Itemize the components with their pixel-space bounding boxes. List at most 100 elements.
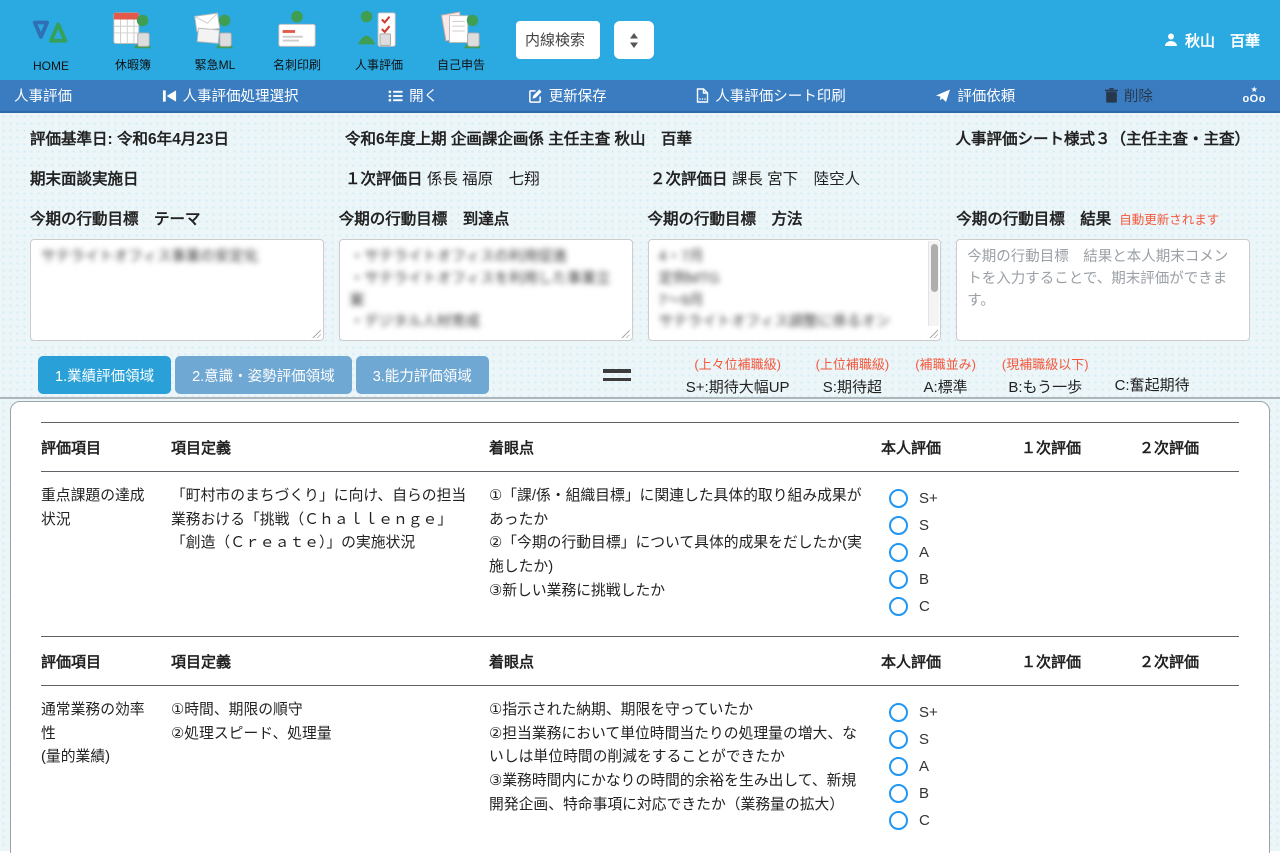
interview-date-label: 期末面談実施日 bbox=[30, 167, 345, 189]
col-header-first-eval: １次評価 bbox=[1021, 437, 1121, 458]
goal-target-content: ・サテライトオフィスの利用促進 ・サテライトオフィスを利用した事業立案 ・デジタ… bbox=[350, 249, 611, 330]
menu-hr-evaluation[interactable]: 人事評価 bbox=[14, 85, 72, 106]
goal-method-content: 4・7月 定例MTG 7〜9月 サテライトオフィス調整に係るオン bbox=[659, 249, 891, 330]
edit-icon bbox=[528, 88, 543, 103]
menu-save[interactable]: 更新保存 bbox=[528, 85, 607, 106]
emergency-mail-icon bbox=[192, 8, 238, 54]
first-eval-label: １次評価日 bbox=[345, 171, 423, 188]
resize-handle-icon[interactable] bbox=[311, 328, 321, 338]
tab-attitude-area[interactable]: 2.意識・姿勢評価領域 bbox=[175, 356, 352, 394]
tab-ability-area[interactable]: 3.能力評価領域 bbox=[356, 356, 489, 394]
rating-radio-b[interactable]: B bbox=[889, 780, 1003, 807]
app-vacation-book-label: 休暇簿 bbox=[115, 56, 151, 73]
app-home-label: HOME bbox=[33, 59, 69, 73]
first-eval-value: 係長 福原 七翔 bbox=[427, 171, 540, 188]
legend-item-s: (上位補職級) S:期待超 bbox=[816, 354, 890, 397]
row-definition: ①時間、期限の順守 ②処理スピード、処理量 bbox=[171, 699, 471, 834]
radio-circle-icon[interactable] bbox=[889, 811, 908, 830]
col-header-item: 評価項目 bbox=[41, 437, 153, 458]
action-goals-section: 今期の行動目標 テーマ サテライトオフィス事業の安定化 今期の行動目標 到達点 … bbox=[0, 189, 1280, 341]
goal-method-textarea[interactable]: 4・7月 定例MTG 7〜9月 サテライトオフィス調整に係るオン bbox=[648, 239, 942, 341]
radio-circle-icon[interactable] bbox=[889, 784, 908, 803]
col-header-second-eval: ２次評価 bbox=[1139, 651, 1239, 672]
rating-radio-s-plus[interactable]: S+ bbox=[889, 485, 1003, 512]
app-home[interactable]: HOME bbox=[20, 11, 82, 73]
extension-search-input[interactable] bbox=[516, 21, 600, 59]
auto-update-note: 自動更新されます bbox=[1119, 209, 1219, 228]
menu-bar: 人事評価 人事評価処理選択 開く 更新保存 人事評価シート印刷 bbox=[0, 80, 1280, 113]
legend-item-a: (補職並み) A:標準 bbox=[915, 354, 976, 397]
menu-delete[interactable]: 削除 bbox=[1105, 85, 1153, 106]
app-self-report-label: 自己申告 bbox=[437, 56, 485, 73]
ranking-widget-icon[interactable]: ★ oOo bbox=[1242, 86, 1266, 105]
radio-circle-icon[interactable] bbox=[889, 730, 908, 749]
goal-theme-content: サテライトオフィス事業の安定化 bbox=[41, 249, 258, 265]
rating-radio-s[interactable]: S bbox=[889, 512, 1003, 539]
menu-process-select[interactable]: 人事評価処理選択 bbox=[162, 85, 299, 106]
row-viewpoint: ①指示された納期、期限を守っていたか ②担当業務において単位時間当たりの処理量の… bbox=[489, 699, 863, 834]
app-business-card[interactable]: 名刺印刷 bbox=[266, 8, 328, 73]
skip-back-icon bbox=[162, 89, 177, 103]
scrollbar-track[interactable] bbox=[928, 241, 939, 326]
user-name: 秋山 百華 bbox=[1185, 30, 1260, 51]
evaluation-table-panel: 評価項目 項目定義 着眼点 本人評価 １次評価 ２次評価 重点課題の達成状況 「… bbox=[10, 401, 1270, 853]
rating-radio-a[interactable]: A bbox=[889, 539, 1003, 566]
row-definition: 「町村市のまちづくり」に向け、自らの担当業務おける「挑戦（Ｃｈａｌｌｅｎｇｅ」「… bbox=[171, 485, 471, 620]
col-header-viewpoint: 着眼点 bbox=[489, 437, 863, 458]
first-evaluation: １次評価日 係長 福原 七翔 bbox=[345, 167, 650, 189]
goal-theme-textarea[interactable]: サテライトオフィス事業の安定化 bbox=[30, 239, 324, 341]
goal-target-textarea[interactable]: ・サテライトオフィスの利用促進 ・サテライトオフィスを利用した事業立案 ・デジタ… bbox=[339, 239, 633, 341]
col-header-second-eval: ２次評価 bbox=[1139, 437, 1239, 458]
second-evaluation: ２次評価日 課長 宮下 陸空人 bbox=[650, 167, 955, 189]
legend-item-c: C:奮起期待 bbox=[1115, 354, 1190, 395]
extension-select-dropdown[interactable] bbox=[614, 21, 654, 59]
vacation-book-icon bbox=[110, 8, 156, 54]
radio-circle-icon[interactable] bbox=[889, 597, 908, 616]
rating-radio-a[interactable]: A bbox=[889, 753, 1003, 780]
radio-circle-icon[interactable] bbox=[889, 757, 908, 776]
menu-print-sheet[interactable]: 人事評価シート印刷 bbox=[696, 85, 846, 106]
menu-open[interactable]: 開く bbox=[388, 85, 438, 106]
app-hr-evaluation[interactable]: 人事評価 bbox=[348, 8, 410, 73]
scrollbar-thumb[interactable] bbox=[931, 244, 938, 292]
top-app-bar: HOME 休暇簿 緊急ML bbox=[0, 0, 1280, 80]
goal-result-textarea[interactable] bbox=[956, 239, 1250, 341]
resize-handle-icon[interactable] bbox=[620, 328, 630, 338]
col-header-self-eval: 本人評価 bbox=[881, 651, 1003, 672]
rating-radio-s[interactable]: S bbox=[889, 726, 1003, 753]
app-emergency-ml[interactable]: 緊急ML bbox=[184, 8, 246, 73]
radio-circle-icon[interactable] bbox=[889, 489, 908, 508]
rating-radio-b[interactable]: B bbox=[889, 566, 1003, 593]
radio-circle-icon[interactable] bbox=[889, 570, 908, 589]
app-emergency-ml-label: 緊急ML bbox=[195, 56, 236, 73]
rating-radio-c[interactable]: C bbox=[889, 807, 1003, 834]
table-row: 重点課題の達成状況 「町村市のまちづくり」に向け、自らの担当業務おける「挑戦（Ｃ… bbox=[41, 472, 1239, 636]
row-viewpoint: ①「課/係・組織目標」に関連した具体的取り組み成果があったか ②「今期の行動目標… bbox=[489, 485, 863, 620]
document-icon bbox=[696, 88, 709, 103]
goal-theme-column: 今期の行動目標 テーマ サテライトオフィス事業の安定化 bbox=[30, 207, 324, 341]
rating-radio-s-plus[interactable]: S+ bbox=[889, 699, 1003, 726]
col-header-definition: 項目定義 bbox=[171, 651, 471, 672]
rating-radio-c[interactable]: C bbox=[889, 593, 1003, 620]
drag-handle-icon[interactable] bbox=[603, 369, 631, 381]
goal-method-title: 今期の行動目標 方法 bbox=[648, 207, 803, 229]
goal-method-column: 今期の行動目標 方法 4・7月 定例MTG 7〜9月 サテライトオフィス調整に係… bbox=[648, 207, 942, 341]
app-self-report[interactable]: 自己申告 bbox=[430, 8, 492, 73]
radio-circle-icon[interactable] bbox=[889, 516, 908, 535]
radio-circle-icon[interactable] bbox=[889, 703, 908, 722]
evaluation-sheet-page: 評価基準日: 令和6年4月23日 令和6年度上期 企画課企画係 主任主査 秋山 … bbox=[0, 113, 1280, 851]
col-header-viewpoint: 着眼点 bbox=[489, 651, 863, 672]
app-vacation-book[interactable]: 休暇簿 bbox=[102, 8, 164, 73]
first-eval-cell bbox=[1021, 699, 1121, 834]
current-user[interactable]: 秋山 百華 bbox=[1163, 30, 1260, 51]
trash-icon bbox=[1105, 88, 1118, 103]
tab-performance-area[interactable]: 1.業績評価領域 bbox=[38, 356, 171, 394]
col-header-self-eval: 本人評価 bbox=[881, 437, 1003, 458]
hr-evaluation-icon bbox=[356, 8, 402, 54]
second-eval-value: 課長 宮下 陸空人 bbox=[732, 171, 860, 188]
first-eval-cell bbox=[1021, 485, 1121, 620]
resize-handle-icon[interactable] bbox=[928, 328, 938, 338]
menu-request-evaluation[interactable]: 評価依頼 bbox=[935, 85, 1015, 106]
radio-circle-icon[interactable] bbox=[889, 543, 908, 562]
legend-item-b: (現補職級以下) B:もう一歩 bbox=[1002, 354, 1089, 397]
